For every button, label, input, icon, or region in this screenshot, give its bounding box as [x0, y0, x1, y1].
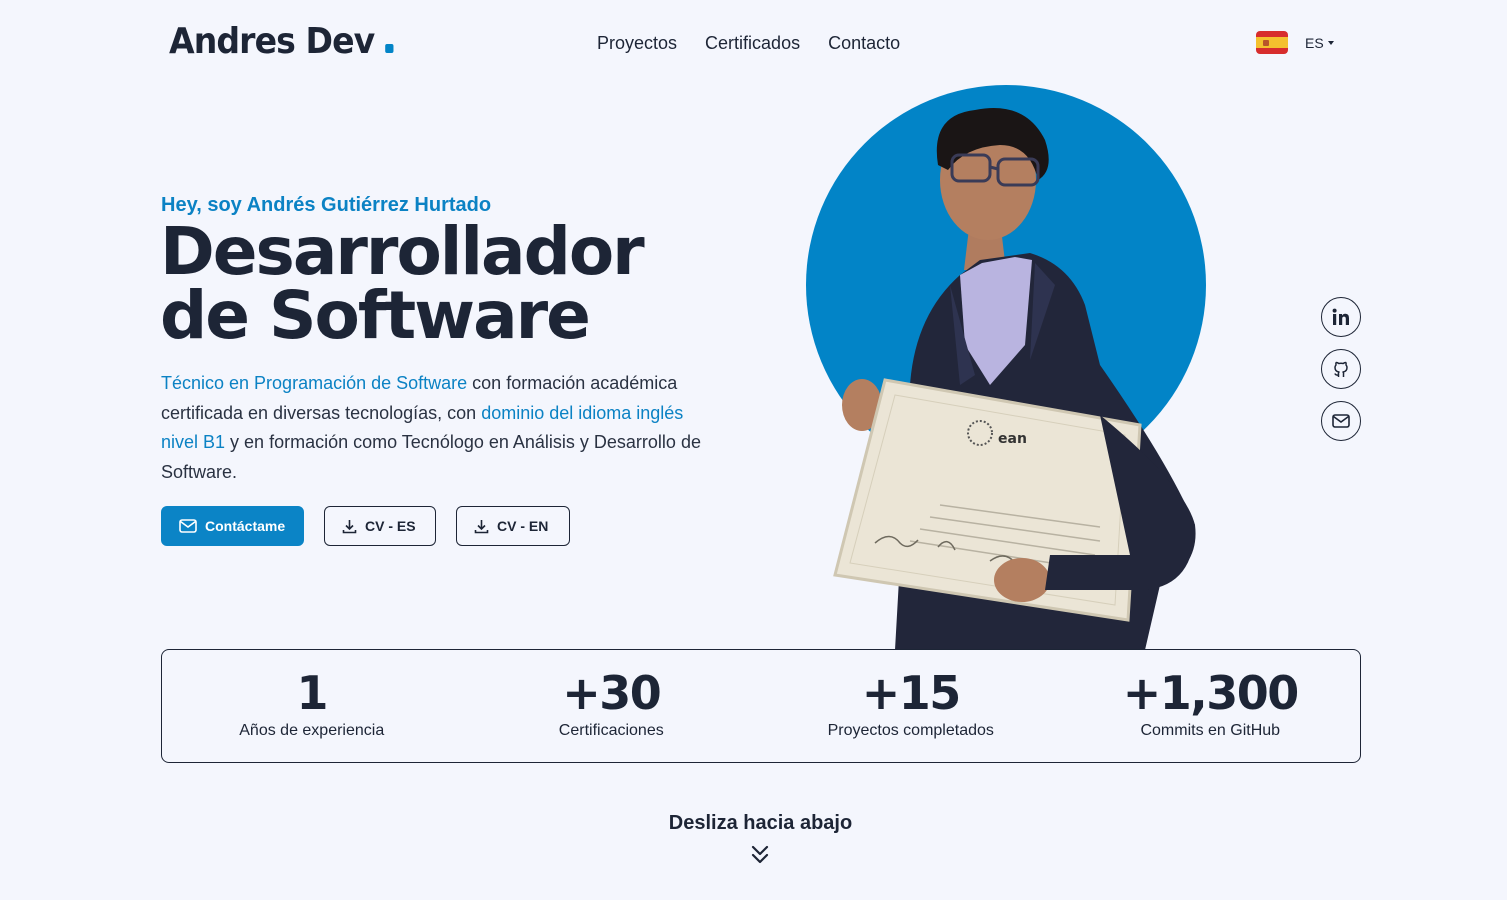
cv-en-label: CV - EN: [497, 518, 549, 534]
stat-certifications: +30 Certificaciones: [462, 650, 762, 762]
download-icon: [342, 519, 357, 533]
svg-text:ean: ean: [998, 431, 1027, 447]
logo-text: Andres Dev: [169, 21, 375, 62]
stat-value: 1: [296, 666, 328, 720]
linkedin-icon: [1332, 308, 1349, 325]
mail-icon: [179, 519, 197, 533]
stat-label: Proyectos completados: [827, 722, 994, 739]
stat-experience: 1 Años de experiencia: [162, 650, 462, 762]
spain-flag-icon: [1256, 31, 1288, 54]
github-button[interactable]: [1321, 349, 1361, 389]
chevrons-down-icon[interactable]: [750, 843, 770, 865]
highlight-programming: Técnico en Programación de Software: [161, 373, 468, 393]
stat-label: Años de experiencia: [239, 722, 385, 739]
contact-button[interactable]: Contáctame: [161, 506, 304, 546]
logo-dot: [385, 44, 394, 53]
nav-link-certificados[interactable]: Certificados: [705, 31, 800, 55]
mail-icon: [1332, 414, 1350, 428]
cv-es-label: CV - ES: [365, 518, 416, 534]
caret-down-icon: [1327, 40, 1334, 45]
hero-description: Técnico en Programación de Software con …: [161, 369, 706, 487]
stat-label: Commits en GitHub: [1140, 722, 1281, 739]
contact-button-label: Contáctame: [205, 518, 286, 534]
hero-buttons: Contáctame CV - ES CV - EN: [161, 506, 570, 546]
main-nav: Proyectos Certificados Contacto: [597, 31, 900, 55]
stat-commits: +1,300 Commits en GitHub: [1061, 650, 1361, 762]
hero-title-line2: de Software: [160, 277, 591, 354]
stat-projects: +15 Proyectos completados: [761, 650, 1061, 762]
stat-value: +30: [562, 666, 662, 720]
email-button[interactable]: [1321, 401, 1361, 441]
site-logo[interactable]: Andres Dev: [169, 20, 394, 64]
nav-link-contacto[interactable]: Contacto: [828, 31, 900, 55]
nav-link-proyectos[interactable]: Proyectos: [597, 31, 677, 55]
stats-panel: 1 Años de experiencia +30 Certificacione…: [161, 649, 1361, 763]
hero-title: Desarrollador de Software: [160, 213, 645, 354]
stat-value: +15: [861, 666, 962, 720]
download-icon: [474, 519, 489, 533]
profile-photo: ean: [833, 108, 1196, 650]
stat-value: +1,300: [1122, 666, 1300, 720]
language-selector[interactable]: ES: [1256, 31, 1334, 54]
stat-label: Certificaciones: [558, 722, 664, 739]
language-code: ES: [1305, 34, 1324, 51]
linkedin-button[interactable]: [1321, 297, 1361, 337]
scroll-hint-text: Desliza hacia abajo: [668, 812, 853, 834]
download-cv-es-button[interactable]: CV - ES: [324, 506, 436, 546]
download-cv-en-button[interactable]: CV - EN: [456, 506, 570, 546]
hero-title-line1: Desarrollador: [160, 213, 645, 290]
desc-text-2: y en formación como Tecnólogo en Análisi…: [161, 432, 701, 482]
social-links: [1321, 297, 1361, 441]
github-icon: [1334, 361, 1348, 377]
